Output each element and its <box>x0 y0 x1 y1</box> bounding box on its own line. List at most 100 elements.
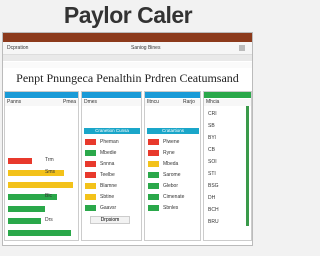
level-bar <box>8 158 32 164</box>
list-item[interactable]: Blamne <box>82 182 141 190</box>
list-item[interactable]: Sbnles <box>145 204 200 212</box>
list-item-label: Sarome <box>163 172 181 178</box>
status-swatch <box>85 194 96 200</box>
list-item-label: Blamne <box>100 183 117 189</box>
toolbar-item-2[interactable]: Saniog Bines <box>131 42 160 54</box>
list-item-label: Pheman <box>100 139 119 145</box>
code-item[interactable]: SB <box>204 122 251 130</box>
list-item-label: Glebor <box>163 183 179 189</box>
level-bar-label: Sms <box>45 169 55 175</box>
panel-header <box>82 92 141 98</box>
level-bar <box>8 182 73 188</box>
info-strip <box>3 62 252 68</box>
code-item[interactable]: CRI <box>204 110 251 118</box>
panel-header <box>5 92 78 98</box>
level-bar-label: Blc <box>45 193 52 199</box>
panel-list-1: Dmes Cranetion Cunsa Pheman Mbedie Snnna Te… <box>81 91 142 241</box>
panel-header <box>145 92 200 98</box>
code-item-label: DH <box>208 195 216 201</box>
status-swatch <box>148 205 159 211</box>
toolbar: Dcpration Saniog Bines <box>3 42 252 55</box>
code-item-label: BSG <box>208 183 219 189</box>
list-item[interactable]: Glebor <box>145 182 200 190</box>
list-item-label: Sbnles <box>163 205 179 211</box>
list-item-label: Ryne <box>163 150 175 156</box>
level-bar-label: Trm <box>45 157 54 163</box>
panel-subheader: Dmes <box>82 99 141 106</box>
list-item[interactable]: Gaavsr <box>82 204 141 212</box>
list-item-label: Mbedie <box>100 150 117 156</box>
status-swatch <box>148 139 159 145</box>
code-item-label: STI <box>208 171 216 177</box>
footer-chip[interactable]: Drpsiom <box>90 216 130 224</box>
panel-subheader: Mhcia <box>204 99 251 106</box>
level-bar-label: Drs <box>45 217 53 223</box>
list-item[interactable]: Cimenate <box>145 193 200 201</box>
list-item-label: Sbtine <box>100 194 115 200</box>
list-item[interactable]: Mbeda <box>145 160 200 168</box>
panel-col-label: Dmes <box>84 99 98 105</box>
level-bar <box>8 170 64 176</box>
panel-codes: Mhcia CRI SB BYl CB SOI STI BSG DH BCH BRU <box>203 91 252 241</box>
panel-section-header: Cratartions <box>147 128 199 134</box>
menu-icon[interactable] <box>239 45 245 51</box>
level-bar <box>8 218 41 224</box>
list-item[interactable]: Mbedie <box>82 149 141 157</box>
list-item[interactable]: Pheman <box>82 138 141 146</box>
code-item[interactable]: DH <box>204 194 251 202</box>
top-bar <box>3 33 252 42</box>
code-item[interactable]: CB <box>204 146 251 154</box>
code-item[interactable]: BCH <box>204 206 251 214</box>
panel-subheader: Panns Pmea <box>5 99 78 106</box>
list-item-label: Teelbe <box>100 172 115 178</box>
list-item[interactable]: Sarome <box>145 171 200 179</box>
code-item-label: SOI <box>208 159 217 165</box>
panel-col-label: Pmea <box>63 99 77 105</box>
list-item-label: Cimenate <box>163 194 185 200</box>
panel-col-label: Mhcia <box>206 99 220 105</box>
panel-header <box>204 92 251 98</box>
toolbar-item-1[interactable]: Dcpration <box>7 42 28 54</box>
code-item-label: BRU <box>208 219 219 225</box>
status-swatch <box>85 150 96 156</box>
list-item[interactable]: Ryne <box>145 149 200 157</box>
code-item[interactable]: BSG <box>204 182 251 190</box>
panel-subheader: Iltncu Rarjo <box>145 99 200 106</box>
status-swatch <box>85 172 96 178</box>
panel-col-label: Panns <box>7 99 22 105</box>
list-item[interactable]: Snnna <box>82 160 141 168</box>
code-item-label: CRI <box>208 111 217 117</box>
level-bar <box>8 206 45 212</box>
list-item[interactable]: Sbtine <box>82 193 141 201</box>
code-item[interactable]: SOI <box>204 158 251 166</box>
list-item[interactable]: Teelbe <box>82 171 141 179</box>
code-item[interactable]: STI <box>204 170 251 178</box>
status-swatch <box>85 183 96 189</box>
status-swatch <box>85 139 96 145</box>
status-swatch <box>148 161 159 167</box>
panel-col-label: Iltncu <box>147 99 159 105</box>
status-swatch <box>85 161 96 167</box>
status-swatch <box>148 172 159 178</box>
status-swatch <box>148 183 159 189</box>
panel-section-header: Cranetion Cunsa <box>84 128 140 134</box>
list-item-label: Mbeda <box>163 161 179 167</box>
status-swatch <box>85 205 96 211</box>
list-item-label: Snnna <box>100 161 115 167</box>
status-swatch <box>148 194 159 200</box>
ribbon-strip <box>3 55 252 61</box>
code-item-label: CB <box>208 147 215 153</box>
code-item-label: BYl <box>208 135 216 141</box>
status-swatch <box>148 150 159 156</box>
level-bar <box>8 230 71 236</box>
list-item-label: Plwene <box>163 139 180 145</box>
list-item-label: Gaavsr <box>100 205 117 211</box>
code-item-label: SB <box>208 123 215 129</box>
main-window: Dcpration Saniog Bines Penpt Pnungeca Pe… <box>2 32 253 246</box>
panel-bars: Panns Pmea Trm Sms Blc Drs <box>4 91 79 241</box>
list-item[interactable]: Plwene <box>145 138 200 146</box>
panel-list-2: Iltncu Rarjo Cratartions Plwene Ryne Mbeda… <box>144 91 201 241</box>
code-item[interactable]: BYl <box>204 134 251 142</box>
page-subtitle: Penpt Pnungeca Penalthin Prdren Ceatumsa… <box>16 71 239 85</box>
code-item[interactable]: BRU <box>204 218 251 226</box>
